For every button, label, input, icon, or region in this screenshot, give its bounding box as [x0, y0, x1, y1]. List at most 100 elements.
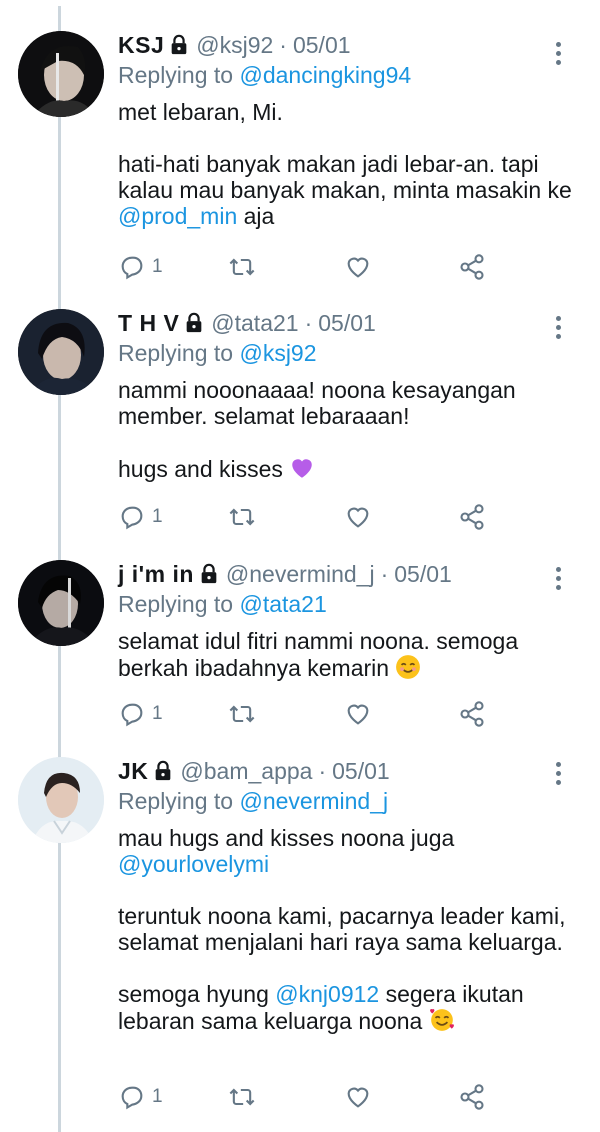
tweet-text: selamat idul fitri nammi noona. semoga b… [118, 628, 576, 681]
lock-icon [171, 34, 187, 55]
heart-icon [347, 704, 369, 725]
reply-count: 1 [152, 703, 163, 724]
like-button[interactable] [344, 700, 372, 728]
mention-link[interactable]: @yourlovelymi [118, 851, 269, 877]
tweet-paragraph: nammi nooonaaaa! noona kesayangan member… [118, 377, 576, 429]
text-span: hati-hati banyak makan jadi lebar-an. ta… [118, 151, 572, 203]
separator-dot: · [279, 32, 287, 58]
like-button[interactable] [344, 253, 372, 281]
replying-to-mention[interactable]: @nevermind_j [239, 788, 388, 814]
replying-to-line: Replying to @dancingking94 [118, 61, 576, 89]
share-button[interactable] [458, 253, 486, 281]
tweet-paragraph: met lebaran, Mi. [118, 99, 576, 125]
mention-link[interactable]: @knj0912 [275, 981, 379, 1007]
like-button[interactable] [344, 503, 372, 531]
avatar[interactable] [18, 757, 104, 843]
tweet-text: mau hugs and kisses noona juga @yourlove… [118, 825, 576, 1034]
user-handle[interactable]: @tata21 [211, 309, 298, 337]
share-icon [460, 1084, 484, 1110]
text-span: aja [237, 203, 275, 229]
replying-to-label: Replying to [118, 591, 240, 617]
replying-to-line: Replying to @tata21 [118, 590, 576, 618]
avatar[interactable] [18, 31, 104, 117]
display-name: JK [118, 758, 149, 784]
heart-icon [347, 507, 369, 528]
reply-button[interactable]: 1 [118, 700, 163, 728]
like-button[interactable] [344, 1083, 372, 1111]
separator-dot: · [304, 310, 313, 336]
retweet-icon [229, 705, 255, 723]
user-handle[interactable]: @ksj92 [196, 31, 273, 59]
retweet-button[interactable] [228, 253, 256, 281]
tweet-date[interactable]: 05/01 [332, 757, 390, 785]
tweet-paragraph: teruntuk noona kami, pacarnya leader kam… [118, 903, 576, 955]
share-icon [460, 504, 484, 530]
reply-button[interactable]: 1 [118, 1083, 163, 1111]
text-span: selamat idul fitri nammi noona. semoga b… [118, 628, 519, 681]
replying-to-mention[interactable]: @dancingking94 [239, 62, 411, 88]
tweet-paragraph: mau hugs and kisses noona juga @yourlove… [118, 825, 576, 877]
separator-dot: · [380, 561, 389, 587]
user-handle[interactable]: @nevermind_j [226, 560, 375, 588]
replying-to-label: Replying to [118, 62, 240, 88]
tweet-date[interactable]: 05/01 [394, 560, 452, 588]
text-span: hugs and kisses [118, 456, 290, 482]
share-icon [460, 701, 484, 727]
share-button[interactable] [458, 700, 486, 728]
share-icon [460, 254, 484, 280]
text-span: met lebaran, Mi. [118, 99, 283, 125]
purple-heart-icon [292, 459, 313, 478]
tweet-paragraph: hati-hati banyak makan jadi lebar-an. ta… [118, 151, 576, 229]
tweet-date[interactable]: 05/01 [318, 309, 376, 337]
reply-icon [121, 256, 143, 280]
reply-icon [121, 506, 143, 530]
reply-count: 1 [152, 1086, 163, 1107]
tweet-paragraph: hugs and kisses [118, 455, 576, 482]
replying-to-line: Replying to @nevermind_j [118, 787, 576, 815]
lock-icon [201, 563, 217, 584]
display-name: j i'm in [118, 561, 194, 587]
retweet-button[interactable] [228, 503, 256, 531]
share-button[interactable] [458, 1083, 486, 1111]
text-span: mau hugs and kisses noona juga [118, 825, 455, 851]
avatar[interactable] [18, 560, 104, 646]
avatar[interactable] [18, 309, 104, 395]
heart-icon [347, 257, 369, 278]
display-name: KSJ [118, 32, 165, 58]
replying-to-label: Replying to [118, 340, 240, 366]
display-name: T H V [118, 310, 180, 336]
retweet-icon [229, 1088, 255, 1106]
smiling-face-with-hearts-icon [429, 1009, 454, 1031]
tweet-text: met lebaran, Mi. hati-hati banyak makan … [118, 99, 576, 229]
reply-icon [121, 1086, 143, 1110]
user-handle[interactable]: @bam_appa [180, 757, 312, 785]
mention-link[interactable]: @prod_min [118, 203, 237, 229]
top-edge [0, 0, 600, 6]
text-span: teruntuk noona kami, pacarnya leader kam… [118, 903, 566, 955]
reply-button[interactable]: 1 [118, 253, 163, 281]
reply-count: 1 [152, 506, 163, 527]
retweet-button[interactable] [228, 1083, 256, 1111]
replying-to-line: Replying to @ksj92 [118, 339, 576, 367]
replying-to-mention[interactable]: @ksj92 [239, 340, 316, 366]
tweet-paragraph: selamat idul fitri nammi noona. semoga b… [118, 628, 576, 681]
reply-icon [121, 703, 143, 727]
separator-dot: · [318, 758, 327, 784]
heart-icon [347, 1087, 369, 1108]
tweet-text: nammi nooonaaaa! noona kesayangan member… [118, 377, 576, 482]
share-button[interactable] [458, 503, 486, 531]
retweet-icon [229, 258, 255, 276]
replying-to-mention[interactable]: @tata21 [239, 591, 326, 617]
tweet-date[interactable]: 05/01 [293, 31, 351, 59]
text-span: semoga hyung [118, 981, 276, 1007]
lock-icon [156, 760, 171, 781]
retweet-button[interactable] [228, 700, 256, 728]
lock-icon [186, 312, 202, 333]
replying-to-label: Replying to [118, 788, 240, 814]
text-span: nammi nooonaaaa! noona kesayangan member… [118, 377, 516, 429]
reply-button[interactable]: 1 [118, 503, 163, 531]
tweet-paragraph: semoga hyung @knj0912 segera ikutan leba… [118, 981, 576, 1034]
smiling-face-icon [396, 655, 421, 679]
retweet-icon [229, 508, 255, 526]
reply-count: 1 [152, 256, 163, 277]
